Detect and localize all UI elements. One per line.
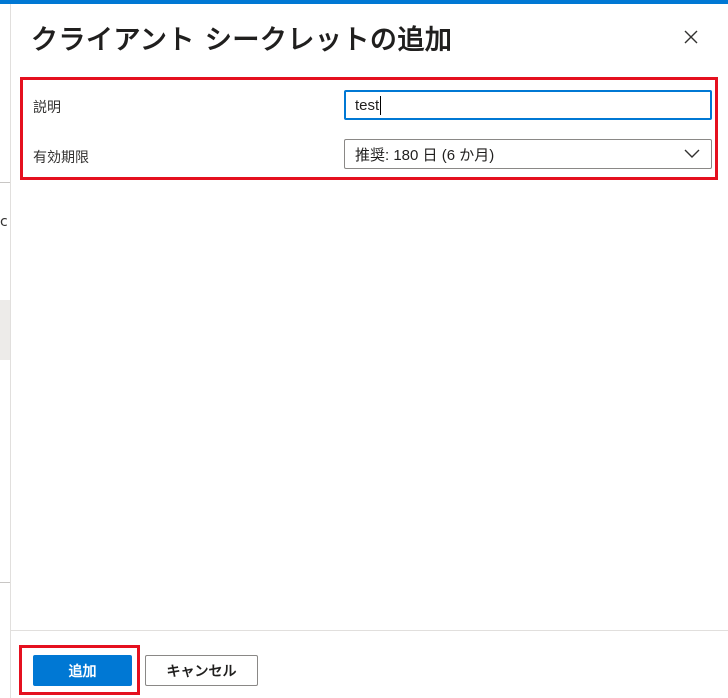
cancel-button[interactable]: キャンセル [145, 655, 258, 686]
description-value: test [355, 96, 380, 114]
close-button[interactable] [679, 25, 703, 49]
add-button[interactable]: 追加 [33, 655, 132, 686]
expiration-selected-value: 推奨: 180 日 (6 か月) [355, 146, 495, 164]
background-divider [0, 182, 10, 183]
close-icon [684, 30, 698, 44]
background-selected-row [0, 300, 10, 360]
background-divider [0, 582, 10, 583]
background-page: c [0, 4, 11, 698]
background-text-fragment: c [0, 214, 8, 230]
add-client-secret-panel: クライアント シークレットの追加 説明 test 有効期限 推奨: 180 日 … [11, 4, 728, 698]
text-cursor [380, 95, 382, 115]
expiration-label: 有効期限 [33, 150, 89, 166]
panel-title: クライアント シークレットの追加 [31, 25, 453, 56]
footer-divider [11, 630, 728, 631]
description-input[interactable]: test [344, 90, 712, 120]
description-label: 説明 [33, 100, 61, 116]
expiration-dropdown[interactable]: 推奨: 180 日 (6 か月) [344, 139, 712, 169]
chevron-down-icon [683, 145, 701, 163]
